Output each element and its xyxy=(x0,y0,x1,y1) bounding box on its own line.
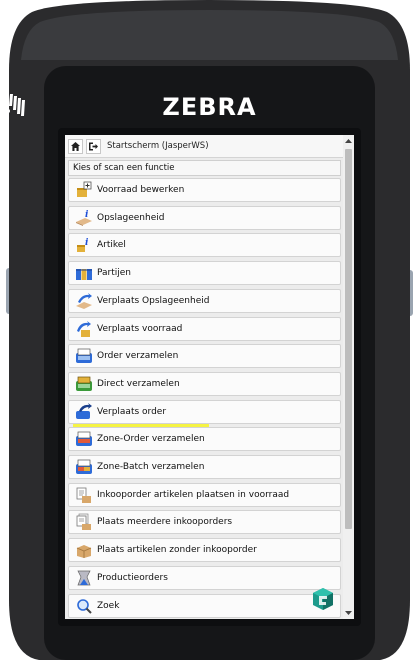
zebra-logo-icon xyxy=(4,94,25,116)
menu-item-verplaats-voorraad[interactable]: Verplaats voorraad xyxy=(68,316,341,341)
multiple-purchase-orders-icon xyxy=(74,512,94,532)
menu-item-productieorders[interactable]: Productieorders xyxy=(68,565,341,590)
search-icon xyxy=(74,596,94,616)
menu-item-label: Zone-Order verzamelen xyxy=(97,434,205,445)
menu-item-partijen[interactable]: Partijen xyxy=(68,261,341,286)
menu-item-plaats-artikelen-zonder-inkooporder[interactable]: Plaats artikelen zonder inkooporder xyxy=(68,538,341,563)
brand-name: ZEBRA xyxy=(162,93,257,121)
menu-item-zoek[interactable]: Zoek xyxy=(68,593,341,618)
menu-item-label: Order verzamelen xyxy=(97,351,179,362)
app-screen: Startscherm (JasperWS) Kies of scan een … xyxy=(65,135,354,619)
menu-item-verplaats-opslageenheid[interactable]: Verplaats Opslageenheid xyxy=(68,288,341,313)
stock-edit-icon xyxy=(74,180,94,200)
move-stock-icon xyxy=(74,319,94,339)
menu-item-zone-order-verzamelen[interactable]: Zone-Order verzamelen xyxy=(68,427,341,452)
zone-order-pick-icon xyxy=(74,429,94,449)
menu-item-label: Voorraad bewerken xyxy=(97,185,185,195)
logout-button[interactable] xyxy=(86,138,101,154)
menu-item-label: Plaats meerdere inkooporders xyxy=(97,517,233,528)
zebra-brand: ZEBRA xyxy=(0,90,419,124)
menu-item-label: Productieorders xyxy=(97,572,168,583)
device-screenshot: ZEBRA Startscherm (JasperWS) Kies of sca… xyxy=(0,0,419,660)
app-logo-icon xyxy=(313,588,333,610)
menu-item-opslageenheid[interactable]: i Opslageenheid xyxy=(68,205,341,230)
menu-item-label: Plaats artikelen zonder inkooporder xyxy=(97,545,257,556)
menu-item-label: Zone-Batch verzamelen xyxy=(97,462,205,472)
order-pick-icon xyxy=(74,346,94,366)
menu-item-plaats-meerdere-inkooporders[interactable]: Plaats meerdere inkooporders xyxy=(68,510,341,535)
menu-item-direct-verzamelen[interactable]: Direct verzamelen xyxy=(68,371,341,396)
production-orders-icon xyxy=(74,568,94,588)
direct-pick-icon xyxy=(74,374,94,394)
menu-item-label: Verplaats Opslageenheid xyxy=(97,295,210,306)
menu-item-inkooporder-artikelen-plaatsen-in-voorraad[interactable]: Inkooporder artikelen plaatsen in voorra… xyxy=(68,482,341,507)
purchase-order-putaway-icon xyxy=(74,485,94,505)
menu-item-verplaats-order[interactable]: Verplaats order xyxy=(68,399,341,424)
menu-item-zone-batch-verzamelen[interactable]: Zone-Batch verzamelen xyxy=(68,455,341,479)
svg-text:i: i xyxy=(85,238,89,248)
home-button[interactable] xyxy=(68,138,83,154)
storage-unit-info-icon: i xyxy=(74,208,94,228)
scrollbar-thumb[interactable] xyxy=(345,149,352,529)
move-order-icon xyxy=(74,402,94,422)
menu-item-label: Direct verzamelen xyxy=(97,378,180,389)
batches-icon xyxy=(74,263,94,283)
menu-item-label: Inkooporder artikelen plaatsen in voorra… xyxy=(97,489,290,500)
menu-item-label: Artikel xyxy=(97,240,126,251)
move-storage-unit-icon xyxy=(74,291,94,311)
scan-prompt: Kies of scan een functie xyxy=(68,160,341,176)
menu-item-artikel[interactable]: i Artikel xyxy=(68,233,341,258)
scroll-down-icon[interactable] xyxy=(345,610,352,616)
scrollbar[interactable] xyxy=(343,135,354,619)
home-icon xyxy=(71,141,80,151)
menu-item-label: Verplaats order xyxy=(97,406,167,417)
scroll-up-icon[interactable] xyxy=(345,138,352,144)
menu-item-label: Opslageenheid xyxy=(97,212,165,223)
menu-item-label: Verplaats voorraad xyxy=(97,323,183,334)
putaway-without-po-icon xyxy=(74,540,94,560)
article-info-icon: i xyxy=(74,235,94,255)
menu-item-order-verzamelen[interactable]: Order verzamelen xyxy=(68,344,341,369)
menu-item-label: Partijen xyxy=(97,268,132,279)
app-topbar: Startscherm (JasperWS) xyxy=(65,135,354,158)
page-title: Startscherm (JasperWS) xyxy=(107,141,209,151)
menu-item-voorraad-bewerken[interactable]: Voorraad bewerken xyxy=(68,178,341,202)
menu-item-label: Zoek xyxy=(97,600,120,611)
logout-icon xyxy=(89,142,98,150)
zone-batch-pick-icon xyxy=(74,457,94,477)
svg-text:i: i xyxy=(85,210,89,220)
